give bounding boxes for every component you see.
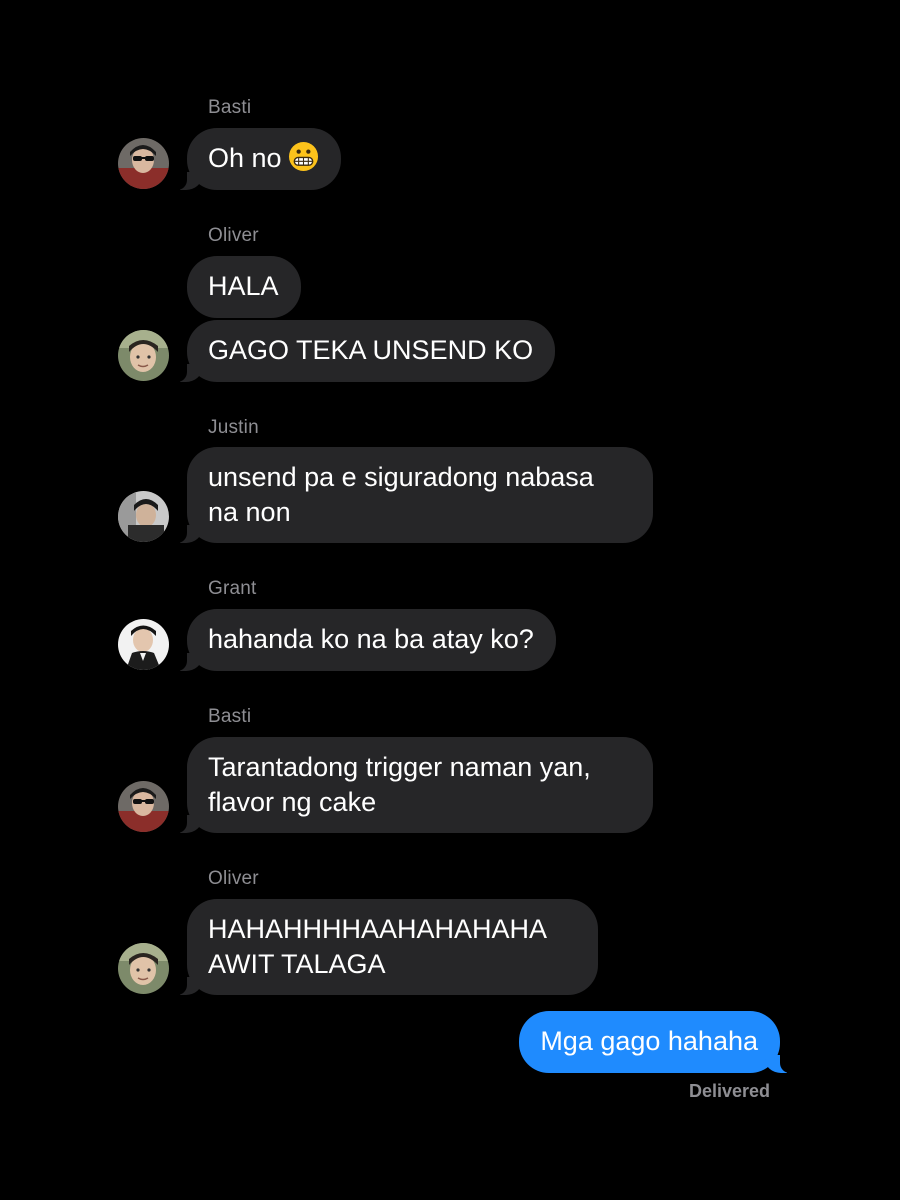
- outgoing-message-bubble[interactable]: Mga gago hahaha: [519, 1011, 794, 1073]
- message-text: Mga gago hahaha: [540, 1026, 758, 1056]
- message-text-line: HAHAHHHHAAHAHAHAHA: [208, 914, 548, 944]
- message-text: HALA: [208, 271, 279, 301]
- message-bubble[interactable]: Oh no: [173, 128, 341, 190]
- avatar-basti[interactable]: [118, 781, 169, 832]
- message-bubble[interactable]: hahanda ko na ba atay ko?: [173, 609, 556, 671]
- message-bubble[interactable]: unsend pa e siguradong nabasa na non: [173, 447, 653, 543]
- message-text: hahanda ko na ba atay ko?: [208, 624, 534, 654]
- sender-name: Justin: [208, 417, 259, 438]
- sender-name: Oliver: [208, 868, 259, 889]
- message-text-line: Tarantadong trigger naman yan,: [208, 752, 591, 782]
- avatar-oliver[interactable]: [118, 943, 169, 994]
- grimacing-face-emoji: [288, 141, 319, 181]
- message-bubble[interactable]: HAHAHHHHAAHAHAHAHA AWIT TALAGA: [173, 899, 598, 995]
- message-text-line: unsend pa e siguradong nabasa: [208, 462, 594, 492]
- message-bubble[interactable]: Tarantadong trigger naman yan, flavor ng…: [173, 737, 653, 833]
- avatar-grant[interactable]: [118, 619, 169, 670]
- avatar-basti[interactable]: [118, 138, 169, 189]
- message-text: Oh no: [208, 143, 282, 173]
- avatar-oliver[interactable]: [118, 330, 169, 381]
- message-text-line: na non: [208, 497, 291, 527]
- message-text-line: flavor ng cake: [208, 787, 377, 817]
- message-bubble[interactable]: GAGO TEKA UNSEND KO: [172, 320, 556, 382]
- sender-name: Grant: [208, 578, 257, 599]
- avatar-justin[interactable]: [118, 491, 169, 542]
- sender-name: Basti: [208, 706, 252, 727]
- sender-name: Basti: [208, 97, 252, 118]
- message-bubble[interactable]: HALA: [187, 256, 301, 318]
- sender-name: Oliver: [208, 225, 259, 246]
- message-text-line: AWIT TALAGA: [208, 949, 386, 979]
- delivered-status: Delivered: [688, 1081, 770, 1101]
- message-text: GAGO TEKA UNSEND KO: [208, 335, 534, 365]
